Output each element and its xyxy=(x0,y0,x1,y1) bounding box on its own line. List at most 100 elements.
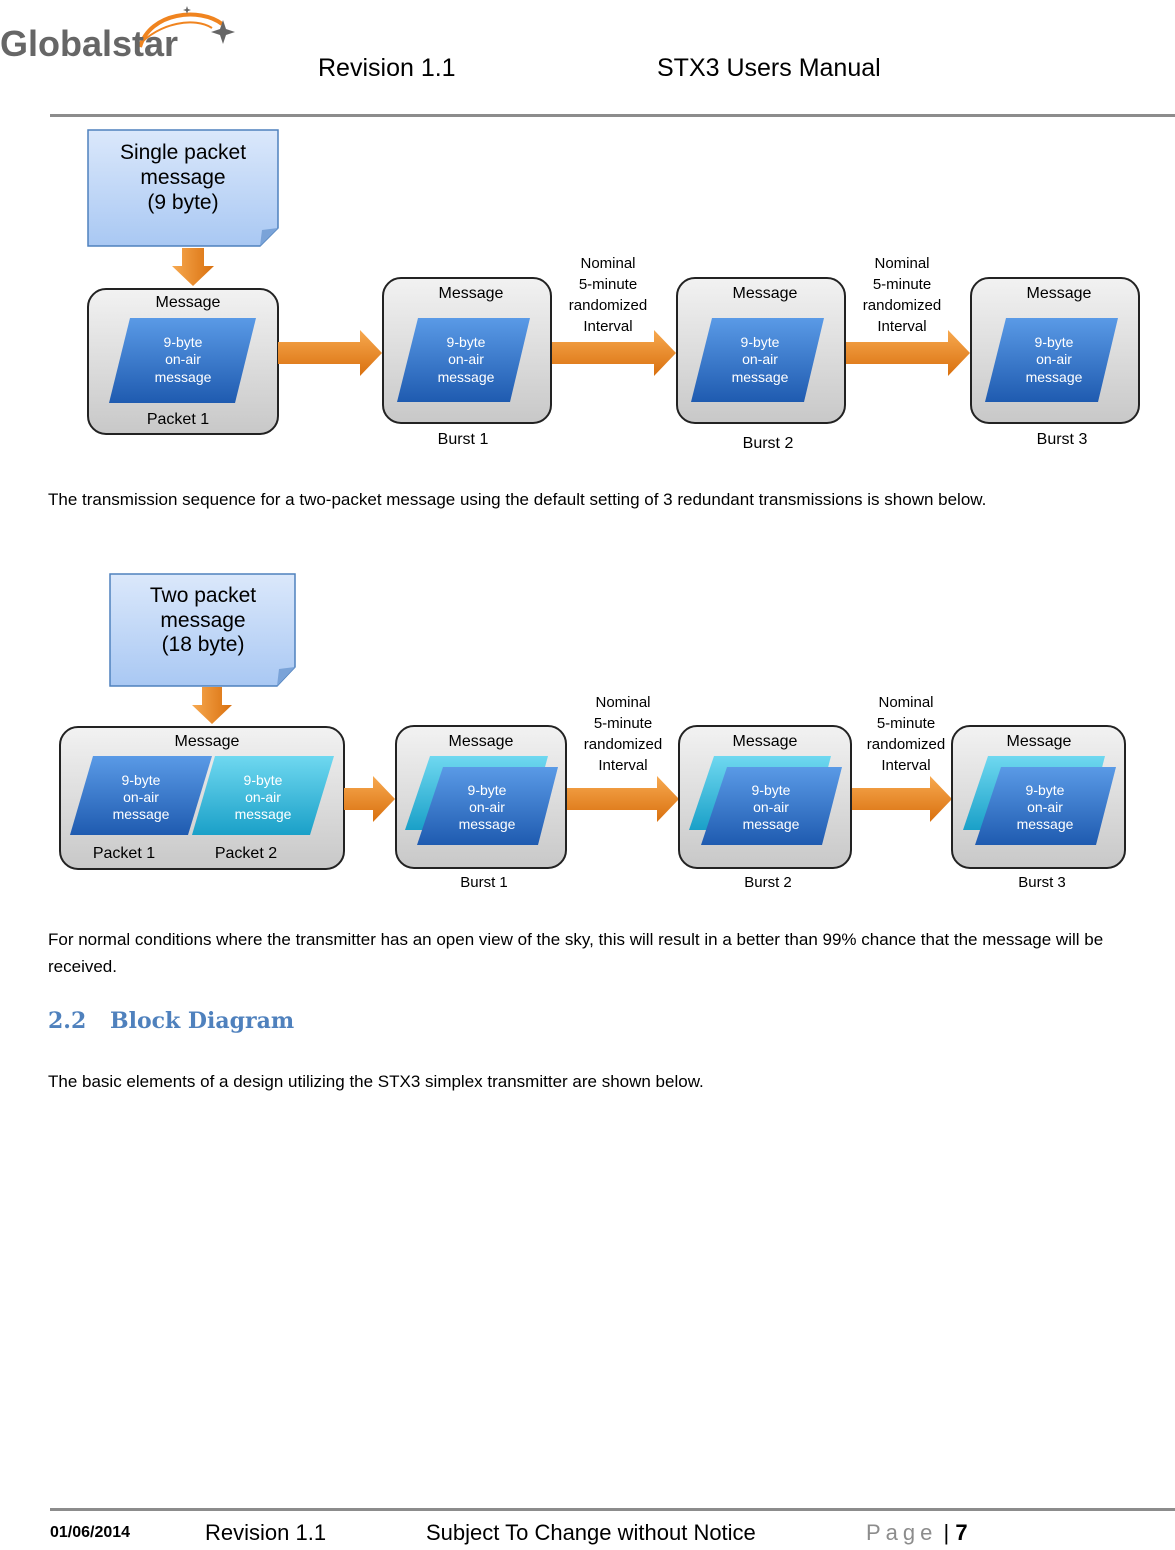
message-box-source: Message 9-byte on-air message Packet 1 xyxy=(87,288,279,435)
svg-text:message: message xyxy=(459,816,516,832)
svg-text:5-minute: 5-minute xyxy=(579,276,637,293)
message-box-source: Message 9-byte on-air message 9-byte on-… xyxy=(59,726,345,870)
single-packet-diagram: Single packet message (9 byte) Message 9… xyxy=(87,129,1140,452)
globalstar-logo: Globalstar xyxy=(0,2,245,64)
interval-label: Nominal 5-minute randomized Interval xyxy=(867,694,945,774)
packet-text: 9-byte xyxy=(164,334,203,350)
burst-label: Burst 3 xyxy=(1037,431,1088,448)
svg-text:message: message xyxy=(438,369,495,385)
svg-text:Interval: Interval xyxy=(881,757,930,774)
svg-text:Message: Message xyxy=(1027,285,1092,302)
svg-text:(18 byte): (18 byte) xyxy=(162,633,245,656)
right-arrow-icon xyxy=(851,776,952,822)
note-line: message xyxy=(140,166,225,189)
down-arrow-icon xyxy=(172,248,214,286)
paragraph-conditions: For normal conditions where the transmit… xyxy=(48,930,1104,976)
interval-label: Nominal 5-minute randomized Interval xyxy=(584,694,662,774)
section-heading: 2.2 Block Diagram xyxy=(48,1008,294,1034)
burst-label: Burst 1 xyxy=(460,874,508,891)
right-arrow-icon xyxy=(845,330,970,376)
burst-label: Burst 1 xyxy=(438,431,489,448)
svg-text:message: message xyxy=(1017,816,1074,832)
interval-label: Nominal 5-minute randomized Interval xyxy=(569,255,647,335)
burst-box: Message 9-byte on-air message Burst 3 xyxy=(951,725,1126,891)
svg-text:9-byte: 9-byte xyxy=(752,782,791,798)
logo-wordmark: Globalstar xyxy=(0,23,178,62)
note-line: (9 byte) xyxy=(147,191,218,214)
svg-text:9-byte: 9-byte xyxy=(468,782,507,798)
svg-text:message: message xyxy=(1026,369,1083,385)
svg-text:9-byte: 9-byte xyxy=(1026,782,1065,798)
footer-date: 01/06/2014 xyxy=(50,1524,131,1541)
svg-text:5-minute: 5-minute xyxy=(594,715,652,732)
svg-text:Nominal: Nominal xyxy=(595,694,650,711)
svg-text:9-byte: 9-byte xyxy=(122,772,161,788)
two-packet-diagram: Two packet message (18 byte) Message 9-b… xyxy=(59,573,1126,891)
section-title: Block Diagram xyxy=(110,1008,295,1034)
right-arrow-icon xyxy=(278,330,382,376)
svg-text:on-air: on-air xyxy=(1036,351,1072,367)
svg-text:Message: Message xyxy=(449,733,514,750)
svg-text:Message: Message xyxy=(733,733,798,750)
burst-box: Message 9-byte on-air message Burst 2 xyxy=(676,277,846,452)
section-number: 2.2 xyxy=(48,1008,87,1034)
header-title: STX3 Users Manual xyxy=(657,54,881,82)
svg-text:Nominal: Nominal xyxy=(874,255,929,272)
svg-text:Message: Message xyxy=(175,733,240,750)
svg-text:message: message xyxy=(160,609,245,632)
svg-text:on-air: on-air xyxy=(123,789,159,805)
svg-text:on-air: on-air xyxy=(245,789,281,805)
burst-box: Message 9-byte on-air message Burst 3 xyxy=(970,277,1140,448)
svg-text:Message: Message xyxy=(733,285,798,302)
svg-text:9-byte: 9-byte xyxy=(741,334,780,350)
svg-text:9-byte: 9-byte xyxy=(244,772,283,788)
svg-text:Nominal: Nominal xyxy=(580,255,635,272)
packet-text: on-air xyxy=(165,351,201,367)
page-number: 7 xyxy=(955,1520,968,1545)
header-revision: Revision 1.1 xyxy=(318,54,456,82)
svg-text:Interval: Interval xyxy=(583,318,632,335)
right-arrow-icon xyxy=(551,330,676,376)
burst-box: Message 9-byte on-air message Burst 2 xyxy=(678,725,852,891)
svg-text:randomized: randomized xyxy=(863,297,941,314)
svg-text:Interval: Interval xyxy=(877,318,926,335)
svg-text:Packet 1: Packet 1 xyxy=(93,845,155,862)
svg-text:9-byte: 9-byte xyxy=(447,334,486,350)
svg-text:Interval: Interval xyxy=(598,757,647,774)
paragraph-two-packet-intro: The transmission sequence for a two-pack… xyxy=(48,490,987,509)
svg-text:on-air: on-air xyxy=(742,351,778,367)
burst-label: Burst 2 xyxy=(744,874,792,891)
svg-text:Message: Message xyxy=(439,285,504,302)
svg-text:on-air: on-air xyxy=(1027,799,1063,815)
footer-revision: Revision 1.1 xyxy=(205,1520,327,1545)
page-label: Page xyxy=(866,1520,938,1545)
burst-box: Message 9-byte on-air message Burst 1 xyxy=(382,277,552,448)
right-arrow-icon xyxy=(566,776,679,822)
header-divider xyxy=(50,114,1175,117)
paragraph-block-diagram-intro: The basic elements of a design utilizing… xyxy=(48,1072,704,1091)
burst-label: Burst 2 xyxy=(743,435,794,452)
svg-text:Nominal: Nominal xyxy=(878,694,933,711)
svg-text:on-air: on-air xyxy=(753,799,789,815)
interval-label: Nominal 5-minute randomized Interval xyxy=(863,255,941,335)
svg-text:message: message xyxy=(732,369,789,385)
svg-text:randomized: randomized xyxy=(867,736,945,753)
svg-text:on-air: on-air xyxy=(469,799,505,815)
note-line: Single packet xyxy=(120,141,246,164)
packet-text: message xyxy=(155,369,212,385)
right-arrow-icon xyxy=(344,776,395,822)
note-two-packet: Two packet message (18 byte) xyxy=(109,573,296,687)
svg-text:message: message xyxy=(235,806,292,822)
svg-text:9-byte: 9-byte xyxy=(1035,334,1074,350)
svg-text:message: message xyxy=(113,806,170,822)
burst-box: Message 9-byte on-air message Burst 1 xyxy=(395,725,567,891)
svg-text:Packet 2: Packet 2 xyxy=(215,845,277,862)
svg-text:randomized: randomized xyxy=(569,297,647,314)
packet-label: Packet 1 xyxy=(147,411,209,428)
burst-label: Burst 3 xyxy=(1018,874,1066,891)
footer-divider xyxy=(50,1508,1175,1511)
message-box-title: Message xyxy=(156,294,221,311)
note-single-packet: Single packet message (9 byte) xyxy=(87,129,279,247)
svg-text:5-minute: 5-minute xyxy=(873,276,931,293)
svg-text:Two packet: Two packet xyxy=(150,584,256,607)
